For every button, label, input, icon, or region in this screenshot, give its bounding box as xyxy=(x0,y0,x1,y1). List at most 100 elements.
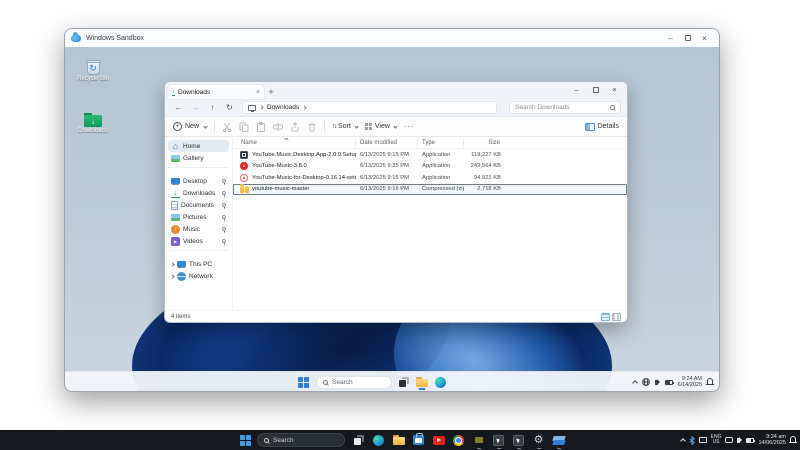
task-view-taskbar-button[interactable] xyxy=(351,431,366,449)
column-headers: Name Date modified Type Size xyxy=(233,138,627,149)
chrome-taskbar-button[interactable] xyxy=(451,431,466,449)
host-start-button[interactable] xyxy=(240,435,251,446)
notifications-icon[interactable] xyxy=(790,436,796,442)
sidebar-item-network[interactable]: Network xyxy=(168,270,229,282)
file-row[interactable]: YouTube.Music.Desktop.App-2.0.9.Setup6/1… xyxy=(233,149,627,161)
file-explorer-taskbar-button[interactable] xyxy=(391,431,406,449)
sort-icon: ↑↓ xyxy=(332,123,336,130)
maximize-button[interactable] xyxy=(679,30,696,47)
file-dt: 6/13/2025 9:15 PM xyxy=(356,175,418,181)
details-view-button[interactable] xyxy=(601,313,610,321)
explorer-minimize-button[interactable]: – xyxy=(567,82,586,97)
clock[interactable]: 9:24 AM 6/14/2025 xyxy=(678,376,702,388)
app-window-1-taskbar-button[interactable] xyxy=(491,431,506,449)
bluetooth-icon[interactable] xyxy=(689,436,695,445)
file-list: Name Date modified Type Size YouTube.Mus… xyxy=(233,138,627,310)
network-globe-icon[interactable] xyxy=(642,378,650,386)
volume-icon[interactable] xyxy=(655,380,658,385)
sidebar-item-documents[interactable]: Documents xyxy=(168,199,229,211)
microsoft-store-taskbar-button[interactable] xyxy=(411,431,426,449)
task-view-button[interactable] xyxy=(399,377,409,387)
language-indicator[interactable]: ENG US xyxy=(711,435,722,446)
column-header-name[interactable]: Name xyxy=(239,139,355,148)
file-row[interactable]: youtube-music-master6/13/2025 9:16 PMCom… xyxy=(233,184,627,196)
running-indicator xyxy=(497,448,501,450)
host-search-input[interactable]: Search xyxy=(257,433,345,447)
file-explorer-taskbar-button[interactable] xyxy=(416,374,428,390)
copy-button[interactable] xyxy=(239,122,249,132)
sidebar-item-home[interactable]: ⌂Home xyxy=(168,140,229,152)
windows-sandbox-icon xyxy=(71,35,81,42)
more-options-button[interactable]: ··· xyxy=(404,122,415,131)
file-sz: 119,227 KB xyxy=(464,152,504,158)
app-olive-taskbar-button[interactable] xyxy=(471,431,486,449)
youtube-taskbar-button[interactable] xyxy=(431,431,446,449)
start-button[interactable] xyxy=(298,377,309,388)
sidebar-item-desktop[interactable]: Desktop xyxy=(168,175,229,187)
refresh-button[interactable]: ↻ xyxy=(222,103,237,112)
desktop-icon-recycle-bin[interactable]: ↻ Recycle Bin xyxy=(71,59,115,82)
view-button[interactable]: View xyxy=(365,123,397,131)
taskbar-search-input[interactable]: Search xyxy=(316,376,392,389)
breadcrumb[interactable]: Downloads xyxy=(242,101,497,114)
minimize-button[interactable]: – xyxy=(662,30,679,47)
new-button[interactable]: + New xyxy=(173,122,207,131)
file-sz: 2,718 KB xyxy=(464,186,504,192)
sidebar-item-videos[interactable]: ▶Videos xyxy=(168,235,229,247)
tray-overflow-chevron-icon[interactable] xyxy=(632,380,638,386)
sidebar-section: This PC Network xyxy=(168,258,229,285)
sidebar-item-downloads[interactable]: ↓Downloads xyxy=(168,187,229,199)
battery-icon[interactable] xyxy=(746,438,754,443)
sidebar-item-label: Downloads xyxy=(183,190,219,197)
delete-button[interactable] xyxy=(307,122,317,132)
new-tab-button[interactable]: + xyxy=(264,85,278,99)
app-window-2-taskbar-button[interactable] xyxy=(511,431,526,449)
volume-icon[interactable] xyxy=(737,438,740,443)
sidebar-item-music[interactable]: ♪Music xyxy=(168,223,229,235)
sidebar-section: ⌂HomeGallery xyxy=(168,140,229,168)
forward-button[interactable]: → xyxy=(188,103,203,112)
file-dt: 6/13/2025 9:16 PM xyxy=(356,186,418,192)
sidebar-item-pictures[interactable]: Pictures xyxy=(168,211,229,223)
details-pane-button[interactable]: Details xyxy=(585,123,619,131)
back-button[interactable]: ← xyxy=(171,103,186,112)
battery-icon[interactable] xyxy=(665,380,673,385)
column-header-type[interactable]: Type xyxy=(417,139,463,148)
settings-taskbar-button[interactable]: ⚙ xyxy=(531,431,546,449)
file-row[interactable]: YouTube-Music-3.8.06/13/2025 9:35 PMAppl… xyxy=(233,161,627,173)
up-button[interactable]: ↑ xyxy=(205,103,220,112)
tray-overflow-chevron-icon[interactable] xyxy=(680,438,686,444)
downloads-icon: ↓ xyxy=(171,189,180,198)
notifications-icon[interactable] xyxy=(707,378,713,384)
cast-icon[interactable] xyxy=(725,437,733,443)
large-icons-view-button[interactable] xyxy=(612,313,621,321)
search-input[interactable]: Search Downloads xyxy=(509,101,621,114)
cut-button[interactable] xyxy=(222,122,232,132)
display-icon[interactable] xyxy=(699,437,707,443)
close-button[interactable]: × xyxy=(696,30,713,47)
windows-sandbox-taskbar-button[interactable] xyxy=(551,431,566,449)
rename-button[interactable] xyxy=(273,122,283,132)
host-clock[interactable]: 9:24 am 14/06/2025 xyxy=(758,434,786,446)
tab-close-icon[interactable]: × xyxy=(256,89,260,96)
expand-chevron-icon[interactable] xyxy=(170,262,174,266)
explorer-close-button[interactable]: × xyxy=(605,82,624,97)
desktop-icon-downloads[interactable]: ↓ Downloads xyxy=(71,113,115,134)
sandbox-titlebar[interactable]: Windows Sandbox – × xyxy=(65,29,719,47)
column-header-modified[interactable]: Date modified xyxy=(355,139,417,148)
sidebar-item-label: This PC xyxy=(189,261,226,268)
file-row[interactable]: YouTube-Music-for-Desktop-0.16.14-setup6… xyxy=(233,172,627,184)
documents-icon xyxy=(171,201,178,210)
paste-button[interactable] xyxy=(256,122,266,132)
share-button[interactable] xyxy=(290,122,300,132)
expand-chevron-icon[interactable] xyxy=(170,274,174,278)
sort-button[interactable]: ↑↓ Sort xyxy=(332,123,358,130)
edge-taskbar-button[interactable] xyxy=(435,377,446,388)
column-header-size[interactable]: Size xyxy=(463,139,503,148)
windows-sandbox-window: Windows Sandbox – × ↻ Recycle Bin ↓ xyxy=(64,28,720,392)
edge-taskbar-button[interactable] xyxy=(371,431,386,449)
explorer-maximize-button[interactable] xyxy=(586,82,605,97)
sidebar-item-gallery[interactable]: Gallery xyxy=(168,152,229,164)
tab-downloads[interactable]: ↓ Downloads × xyxy=(168,85,264,99)
sidebar-item-this-pc[interactable]: This PC xyxy=(168,258,229,270)
